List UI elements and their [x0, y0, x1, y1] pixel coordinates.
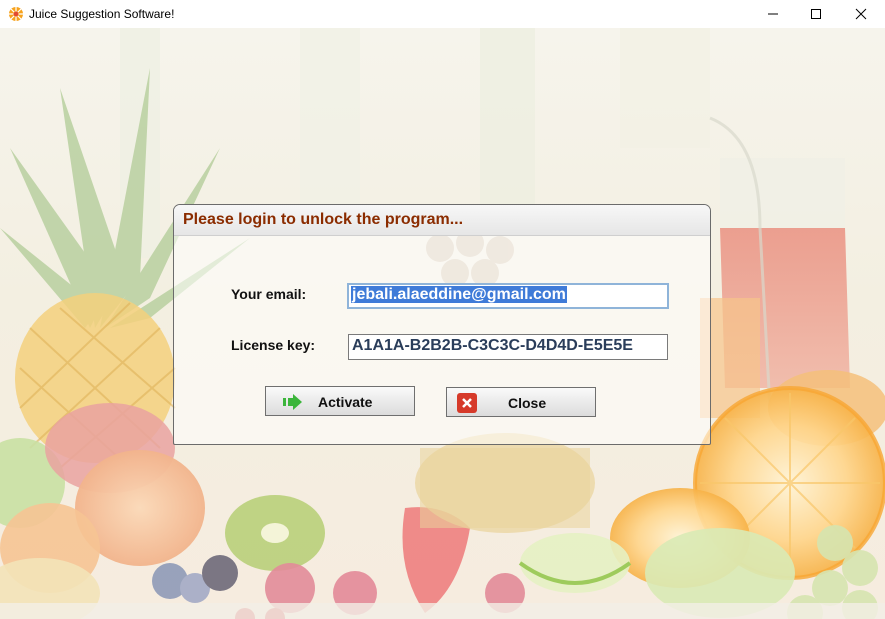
- license-key-field[interactable]: A1A1A-B2B2B-C3C3C-D4D4D-E5E5E: [348, 334, 668, 360]
- red-x-icon: [457, 393, 477, 413]
- title-bar: Juice Suggestion Software!: [0, 0, 885, 28]
- activate-button[interactable]: Activate: [265, 386, 415, 416]
- maximize-icon: [811, 9, 821, 19]
- app-icon: [9, 7, 23, 21]
- email-label: Your email:: [231, 286, 307, 302]
- maximize-button[interactable]: [793, 0, 839, 28]
- minimize-icon: [768, 13, 778, 15]
- login-panel: Please login to unlock the program... Yo…: [173, 204, 711, 445]
- panel-title: Please login to unlock the program...: [183, 211, 464, 228]
- license-key-value: A1A1A-B2B2B-C3C3C-D4D4D-E5E5E: [352, 337, 633, 354]
- activate-label: Activate: [318, 394, 373, 410]
- close-button[interactable]: Close: [446, 387, 596, 417]
- green-arrow-icon: [283, 394, 302, 410]
- close-icon: [855, 8, 867, 20]
- panel-header: Please login to unlock the program...: [174, 205, 710, 236]
- close-label: Close: [508, 395, 547, 411]
- license-key-label: License key:: [231, 337, 316, 353]
- email-field[interactable]: jebali.alaeddine@gmail.com: [347, 283, 669, 309]
- minimize-button[interactable]: [750, 0, 796, 28]
- window-title: Juice Suggestion Software!: [29, 7, 175, 21]
- email-value: jebali.alaeddine@gmail.com: [351, 286, 567, 303]
- close-window-button[interactable]: [838, 0, 884, 28]
